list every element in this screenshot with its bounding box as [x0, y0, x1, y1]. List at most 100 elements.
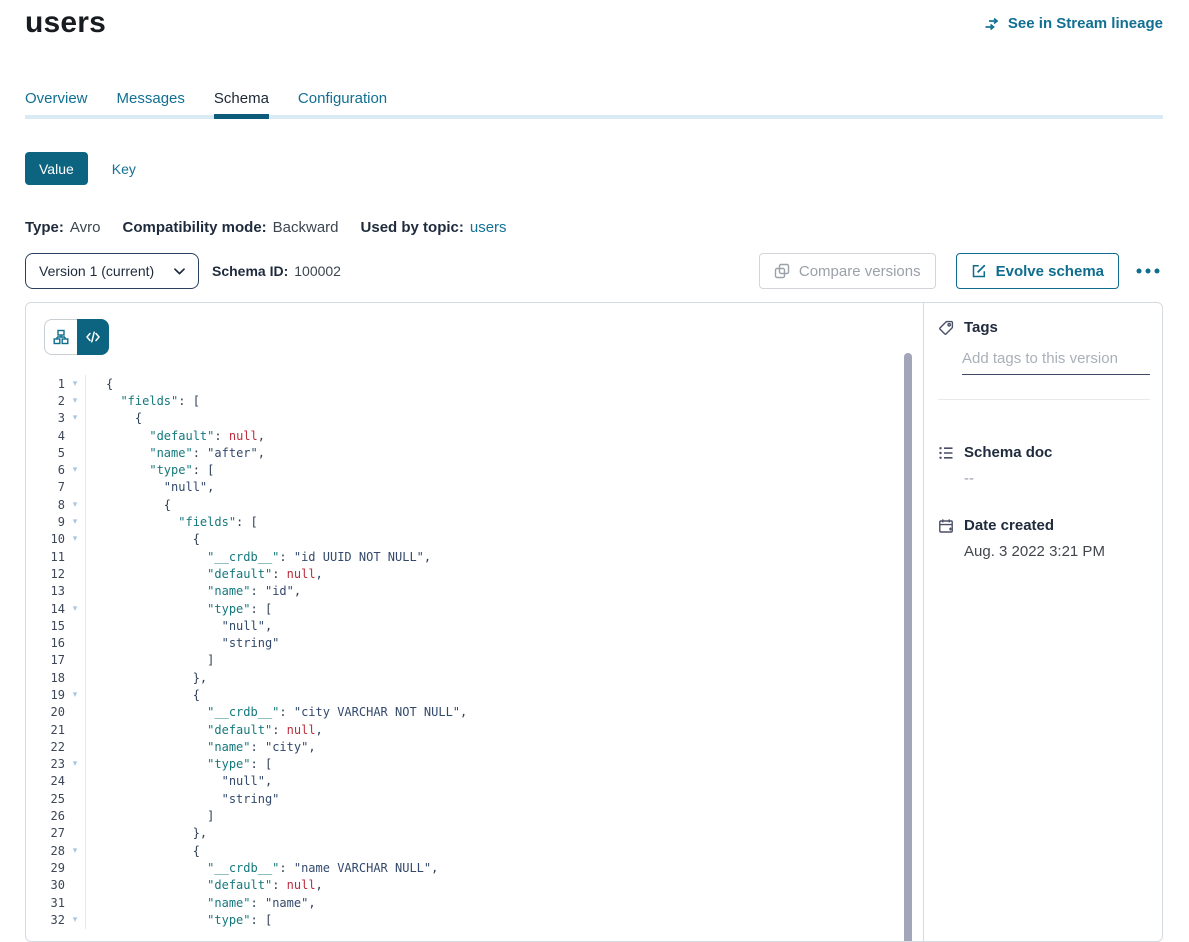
schema-doc-value: -- [964, 470, 1150, 487]
compare-versions-button[interactable]: Compare versions [759, 253, 936, 289]
code-text: "__crdb__": "id UUID NOT NULL", [86, 550, 431, 564]
tab-schema[interactable]: Schema [214, 90, 269, 113]
evolve-schema-button[interactable]: Evolve schema [956, 253, 1119, 289]
line-number: 31 [26, 896, 65, 910]
code-line: 16 "string" [26, 634, 923, 651]
code-text: { [86, 498, 171, 512]
code-line: 17 ] [26, 652, 923, 669]
code-text: ] [86, 653, 214, 667]
date-created-section-heading: Date created [938, 517, 1150, 534]
line-number: 23 [26, 757, 65, 771]
code-text: "string" [86, 792, 279, 806]
key-toggle-button[interactable]: Key [112, 161, 136, 177]
more-options-button[interactable] [1133, 256, 1163, 286]
code-text: }, [86, 671, 207, 685]
code-line: 15 "null", [26, 617, 923, 634]
type-label: Type: [25, 219, 64, 236]
fold-arrow-icon[interactable]: ▾ [65, 604, 85, 614]
ellipsis-icon [1135, 267, 1161, 275]
used-by-topic: Used by topic: users [361, 219, 507, 236]
code-text: "null", [86, 619, 272, 633]
schema-doc-heading-label: Schema doc [964, 444, 1052, 461]
line-number: 2 [26, 394, 65, 408]
compatibility-label: Compatibility mode: [122, 219, 266, 236]
line-number: 17 [26, 653, 65, 667]
active-tab-indicator [214, 114, 269, 119]
line-number: 16 [26, 636, 65, 650]
code-line: 12 "default": null, [26, 565, 923, 582]
tags-heading-label: Tags [964, 319, 998, 336]
tab-bar: Overview Messages Schema Configuration [25, 90, 387, 113]
line-number: 15 [26, 619, 65, 633]
line-number: 6 [26, 463, 65, 477]
schema-sidebar: Tags Schema doc -- [923, 303, 1163, 941]
schema-code-editor: 1▾{2▾ "fields": [3▾ {4 "default": null,5… [26, 303, 923, 941]
code-text: "default": null, [86, 567, 323, 581]
schema-type: Type: Avro [25, 219, 100, 236]
code-view-button[interactable] [77, 319, 109, 355]
list-icon [938, 445, 954, 461]
tags-section-heading: Tags [938, 319, 1150, 336]
code-lines: 1▾{2▾ "fields": [3▾ {4 "default": null,5… [26, 375, 923, 929]
schema-id-label: Schema ID: [212, 263, 288, 279]
date-created-heading-label: Date created [964, 517, 1054, 534]
fold-arrow-icon[interactable]: ▾ [65, 379, 85, 389]
used-by-topic-label: Used by topic: [361, 219, 464, 236]
fold-arrow-icon[interactable]: ▾ [65, 413, 85, 423]
compare-versions-label: Compare versions [799, 263, 921, 280]
code-line: 11 "__crdb__": "id UUID NOT NULL", [26, 548, 923, 565]
fold-arrow-icon[interactable]: ▾ [65, 534, 85, 544]
line-number: 29 [26, 861, 65, 875]
code-text: "fields": [ [86, 515, 258, 529]
code-line: 9▾ "fields": [ [26, 513, 923, 530]
value-toggle-button[interactable]: Value [25, 152, 88, 185]
line-number: 28 [26, 844, 65, 858]
date-created-value: Aug. 3 2022 3:21 PM [964, 543, 1150, 560]
sidebar-divider [938, 399, 1150, 400]
line-number: 26 [26, 809, 65, 823]
line-number: 3 [26, 411, 65, 425]
code-line: 10▾ { [26, 531, 923, 548]
code-line: 5 "name": "after", [26, 444, 923, 461]
fold-arrow-icon[interactable]: ▾ [65, 465, 85, 475]
code-text: "fields": [ [86, 394, 200, 408]
stream-lineage-icon [984, 16, 1001, 32]
code-text: "default": null, [86, 429, 265, 443]
line-number: 9 [26, 515, 65, 529]
evolve-schema-label: Evolve schema [996, 263, 1104, 280]
tab-configuration[interactable]: Configuration [298, 90, 387, 113]
fold-arrow-icon[interactable]: ▾ [65, 396, 85, 406]
code-line: 32▾ "type": [ [26, 911, 923, 928]
tab-overview[interactable]: Overview [25, 90, 88, 113]
code-line: 8▾ { [26, 496, 923, 513]
fold-arrow-icon[interactable]: ▾ [65, 759, 85, 769]
line-number: 8 [26, 498, 65, 512]
code-line: 18 }, [26, 669, 923, 686]
code-line: 4 "default": null, [26, 427, 923, 444]
tree-view-button[interactable] [44, 319, 77, 355]
code-line: 22 "name": "city", [26, 738, 923, 755]
page-title: users [25, 6, 106, 40]
code-line: 2▾ "fields": [ [26, 392, 923, 409]
line-number: 30 [26, 878, 65, 892]
fold-arrow-icon[interactable]: ▾ [65, 846, 85, 856]
line-number: 19 [26, 688, 65, 702]
code-line: 14▾ "type": [ [26, 600, 923, 617]
version-select[interactable]: Version 1 (current) [25, 253, 199, 289]
add-tags-input[interactable] [962, 348, 1150, 375]
line-number: 24 [26, 774, 65, 788]
fold-arrow-icon[interactable]: ▾ [65, 915, 85, 925]
line-number: 1 [26, 377, 65, 391]
fold-arrow-icon[interactable]: ▾ [65, 690, 85, 700]
tab-messages[interactable]: Messages [117, 90, 185, 113]
type-value: Avro [70, 219, 101, 236]
editor-vertical-scrollbar[interactable] [904, 353, 912, 942]
schema-id-value: 100002 [294, 263, 341, 279]
topic-link[interactable]: users [470, 219, 507, 236]
fold-arrow-icon[interactable]: ▾ [65, 517, 85, 527]
code-text: }, [86, 826, 207, 840]
see-in-stream-lineage-link[interactable]: See in Stream lineage [984, 15, 1163, 32]
line-number: 7 [26, 480, 65, 494]
fold-arrow-icon[interactable]: ▾ [65, 500, 85, 510]
code-text: "null", [86, 774, 272, 788]
